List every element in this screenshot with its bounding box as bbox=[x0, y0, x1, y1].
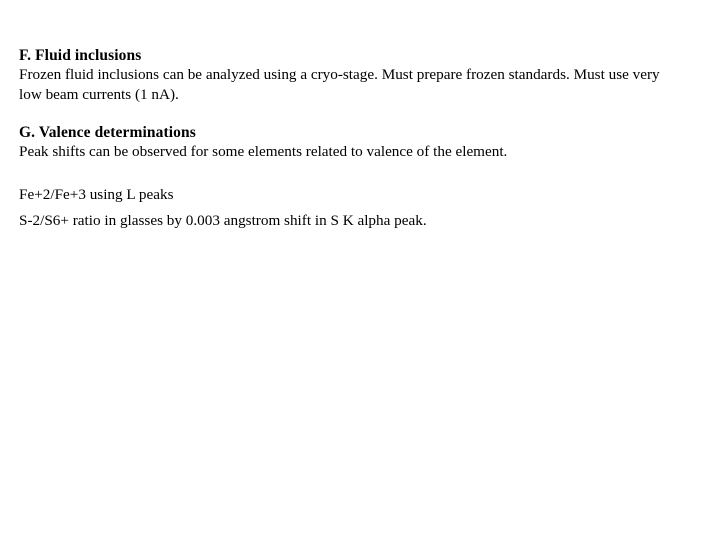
note-line-2: S-2/S6+ ratio in glasses by 0.003 angstr… bbox=[19, 212, 427, 230]
section-spacer-2 bbox=[19, 162, 685, 185]
slide-canvas: F. Fluid inclusions Frozen fluid inclusi… bbox=[0, 0, 720, 540]
section-heading-g: G. Valence determinations bbox=[19, 124, 196, 142]
section-body-g: Peak shifts can be observed for some ele… bbox=[19, 143, 508, 161]
section-body-f: Frozen fluid inclusions can be analyzed … bbox=[19, 66, 660, 103]
note-spacer bbox=[19, 204, 685, 211]
notes-list: Fe+2/Fe+3 using L peaks S-2/S6+ ratio in… bbox=[19, 185, 685, 231]
note-line-1: Fe+2/Fe+3 using L peaks bbox=[19, 185, 174, 203]
section-fluid-inclusions: F. Fluid inclusions Frozen fluid inclusi… bbox=[19, 46, 685, 104]
section-valence-determinations: G. Valence determinations Peak shifts ca… bbox=[19, 123, 685, 162]
section-heading-f: F. Fluid inclusions bbox=[19, 47, 142, 64]
slide-content: F. Fluid inclusions Frozen fluid inclusi… bbox=[19, 46, 685, 231]
section-spacer-1 bbox=[19, 104, 685, 123]
